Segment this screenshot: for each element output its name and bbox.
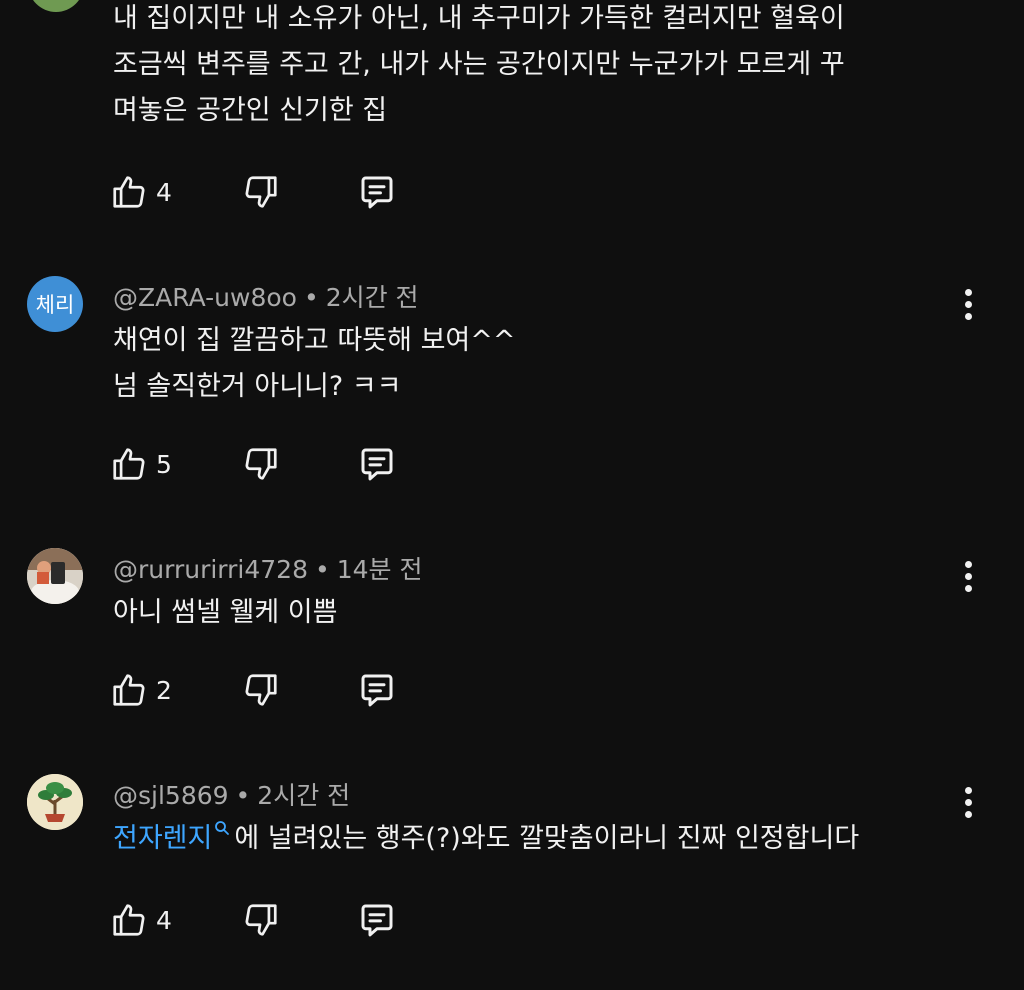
reply-button[interactable] bbox=[356, 170, 398, 214]
meta-separator: • bbox=[235, 781, 251, 810]
comment-time[interactable]: 2시간 전 bbox=[326, 283, 419, 312]
avatar[interactable] bbox=[27, 774, 83, 830]
more-vertical-icon bbox=[964, 288, 972, 296]
like-count: 4 bbox=[156, 905, 172, 935]
comment-meta: @ZARA-uw8oo • 2시간 전 bbox=[113, 278, 419, 314]
reply-comment-icon bbox=[361, 448, 393, 481]
dislike-button[interactable] bbox=[242, 442, 280, 486]
like-button[interactable]: 2 bbox=[110, 668, 172, 712]
comment-text: 아니 썸넬 웰케 이쁨 bbox=[113, 597, 338, 628]
avatar[interactable] bbox=[28, 0, 84, 12]
like-button[interactable]: 4 bbox=[110, 170, 172, 214]
comment-actions: 2 bbox=[0, 668, 1024, 712]
dislike-button[interactable] bbox=[242, 170, 280, 214]
thumb-down-icon bbox=[245, 674, 277, 706]
meta-separator: • bbox=[303, 283, 319, 312]
comment-text: 내 집이지만 내 소유가 아닌, 내 추구미가 가득한 컬러지만 혈육이 조금씩… bbox=[113, 3, 845, 126]
search-icon bbox=[215, 821, 230, 835]
comment-meta: @rurrurirri4728 • 14분 전 bbox=[113, 550, 423, 586]
reply-comment-icon bbox=[361, 904, 393, 937]
thumb-down-icon bbox=[245, 448, 277, 480]
comment-time[interactable]: 14분 전 bbox=[337, 555, 423, 584]
like-count: 5 bbox=[156, 449, 172, 479]
thumb-up-icon bbox=[113, 674, 145, 706]
avatar[interactable] bbox=[27, 548, 83, 604]
comment-text-rest: 에 널려있는 행주(?)와도 깔맞춤이라니 진짜 인정합니다 bbox=[234, 823, 860, 854]
avatar-photo bbox=[27, 548, 83, 604]
more-vertical-icon bbox=[964, 786, 972, 794]
more-vertical-icon bbox=[964, 560, 972, 568]
avatar-label: 체리 bbox=[35, 293, 75, 317]
meta-separator: • bbox=[315, 555, 330, 584]
like-count: 4 bbox=[156, 177, 172, 207]
comment-text: 채연이 집 깔끔하고 따뜻해 보여^^ 넘 솔직한거 아니니? ㅋㅋ bbox=[113, 325, 516, 402]
comment-meta: @sjl5869 • 2시간 전 bbox=[113, 776, 350, 812]
comment-author[interactable]: @sjl5869 bbox=[113, 781, 229, 810]
comment-time[interactable]: 2시간 전 bbox=[257, 781, 350, 810]
thumb-up-icon bbox=[113, 176, 145, 208]
avatar-bonsai bbox=[27, 774, 83, 830]
search-link[interactable]: 전자렌지 bbox=[113, 823, 212, 854]
reply-button[interactable] bbox=[356, 898, 398, 942]
dislike-button[interactable] bbox=[242, 668, 280, 712]
comment-actions: 5 bbox=[0, 442, 1024, 486]
reply-comment-icon bbox=[361, 176, 393, 209]
like-button[interactable]: 5 bbox=[110, 442, 172, 486]
reply-comment-icon bbox=[361, 674, 393, 707]
comments-panel: 내 집이지만 내 소유가 아닌, 내 추구미가 가득한 컬러지만 혈육이 조금씩… bbox=[0, 0, 1024, 990]
reply-button[interactable] bbox=[356, 442, 398, 486]
like-count: 2 bbox=[156, 675, 172, 705]
comment-author[interactable]: @ZARA-uw8oo bbox=[113, 283, 297, 312]
dislike-button[interactable] bbox=[242, 898, 280, 942]
thumb-up-icon bbox=[113, 448, 145, 480]
comment-text: 전자렌지 에 널려있는 행주(?)와도 깔맞춤이라니 진짜 인정합니다 bbox=[113, 816, 973, 862]
avatar[interactable]: 체리 bbox=[27, 276, 83, 332]
thumb-down-icon bbox=[245, 176, 277, 208]
thumb-down-icon bbox=[245, 904, 277, 936]
thumb-up-icon bbox=[113, 904, 145, 936]
like-button[interactable]: 4 bbox=[110, 898, 172, 942]
comment-actions: 4 bbox=[0, 170, 1024, 214]
comment-actions: 4 bbox=[0, 898, 1024, 942]
reply-button[interactable] bbox=[356, 668, 398, 712]
comment-author[interactable]: @rurrurirri4728 bbox=[113, 555, 308, 584]
